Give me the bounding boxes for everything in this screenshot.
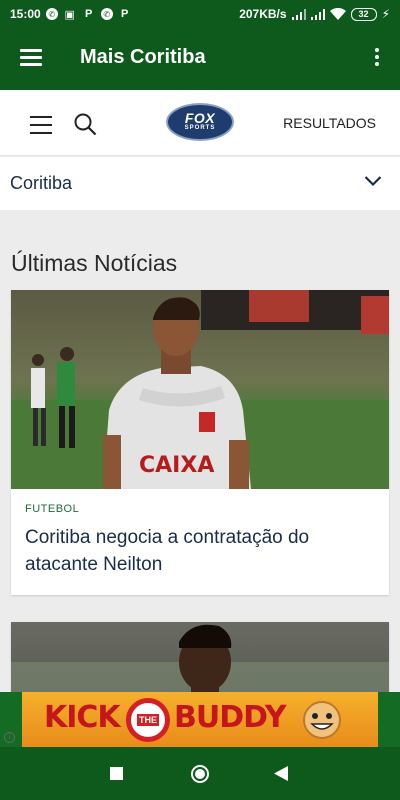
back-icon[interactable] bbox=[274, 766, 288, 781]
logo-sub-text: SPORTS bbox=[184, 125, 216, 131]
whatsapp-icon: ✆ bbox=[100, 8, 113, 20]
site-nav: FOX SPORTS RESULTADOS bbox=[0, 90, 400, 156]
ad-text-right: BUDDY bbox=[174, 700, 287, 735]
fox-sports-logo[interactable]: FOX SPORTS bbox=[166, 103, 234, 141]
home-icon[interactable] bbox=[190, 764, 210, 784]
more-options-icon[interactable] bbox=[374, 48, 380, 70]
section-title: Últimas Notícias bbox=[11, 250, 178, 276]
site-menu-icon[interactable] bbox=[30, 116, 52, 134]
ad-banner[interactable]: KICK THE BUDDY i bbox=[0, 692, 400, 747]
results-link[interactable]: RESULTADOS bbox=[283, 115, 376, 131]
recents-icon[interactable] bbox=[110, 767, 123, 780]
wifi-icon bbox=[329, 8, 346, 20]
jersey-sponsor-text: CAIXA bbox=[139, 453, 214, 478]
ad-text-middle: THE bbox=[137, 714, 159, 726]
chevron-down-icon bbox=[364, 176, 382, 187]
ad-target-icon: THE bbox=[126, 698, 170, 742]
team-selector[interactable]: Coritiba bbox=[0, 157, 400, 210]
drawer-menu-button[interactable] bbox=[20, 49, 42, 67]
app-bar: Mais Coritiba bbox=[0, 28, 400, 90]
p-app-icon-2: P bbox=[121, 8, 129, 20]
article-headline[interactable]: Coritiba negocia a contratação do atacan… bbox=[25, 524, 375, 578]
buddy-face-icon bbox=[303, 701, 341, 739]
search-icon[interactable] bbox=[73, 112, 97, 136]
team-selector-value: Coritiba bbox=[10, 173, 73, 193]
system-nav-bar bbox=[0, 747, 400, 800]
ad-creative[interactable]: KICK THE BUDDY bbox=[22, 692, 378, 747]
ad-text-left: KICK bbox=[44, 700, 121, 735]
status-bar: 15:00 ✆ ▣ P ✆ P 207KB/s 32 ⚡ bbox=[0, 0, 400, 28]
status-time: 15:00 bbox=[10, 7, 41, 21]
signal-icon bbox=[291, 8, 306, 20]
news-card[interactable]: CAIXA FUTEBOL Coritiba negocia a contrat… bbox=[11, 290, 389, 595]
network-speed: 207KB/s bbox=[239, 7, 287, 21]
article-photo: CAIXA bbox=[11, 290, 389, 489]
charging-icon: ⚡ bbox=[381, 7, 390, 21]
p-app-icon: P bbox=[85, 8, 93, 20]
photo-notification-icon: ▣ bbox=[64, 8, 75, 21]
signal-icon-2 bbox=[310, 8, 325, 20]
battery-icon: 32 bbox=[350, 7, 377, 21]
app-title: Mais Coritiba bbox=[80, 46, 206, 68]
notification-icon: ✆ bbox=[45, 8, 58, 20]
article-category: FUTEBOL bbox=[25, 503, 80, 515]
ad-info-icon[interactable]: i bbox=[4, 732, 15, 743]
logo-main-text: FOX bbox=[184, 110, 216, 126]
